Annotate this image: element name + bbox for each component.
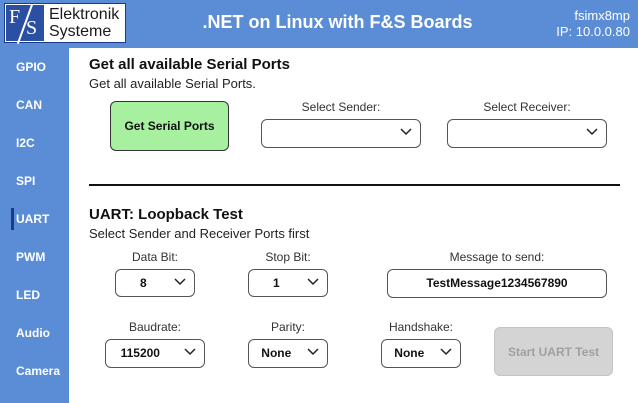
chevron-down-icon bbox=[586, 128, 598, 136]
stop-bit-select[interactable]: 1 bbox=[248, 269, 328, 297]
parity-label: Parity: bbox=[270, 320, 305, 334]
fs-logo-mark: F S bbox=[6, 3, 44, 45]
app-title: .NET on Linux with F&S Boards bbox=[202, 12, 473, 32]
sidebar-item-label: CAN bbox=[16, 98, 42, 112]
hostname-label: fsimx8mp bbox=[574, 8, 630, 23]
sender-select[interactable] bbox=[261, 119, 421, 148]
sidebar-item-label: GPIO bbox=[16, 60, 47, 74]
serial-section-subtitle: Get all available Serial Ports. bbox=[89, 76, 256, 91]
sidebar-item-uart[interactable]: UART bbox=[0, 204, 69, 234]
serial-section-title: Get all available Serial Ports bbox=[89, 56, 290, 73]
receiver-select[interactable] bbox=[447, 119, 607, 148]
ip-address-label: IP: 10.0.0.80 bbox=[556, 24, 630, 39]
section-divider bbox=[89, 184, 620, 186]
logo-text-line1: Elektronik bbox=[49, 6, 120, 23]
message-label: Message to send: bbox=[449, 250, 545, 264]
loopback-section-subtitle: Select Sender and Receiver Ports first bbox=[89, 226, 310, 241]
handshake-select[interactable]: None bbox=[381, 339, 461, 368]
sidebar-item-label: LED bbox=[16, 288, 40, 302]
main-content: Get all available Serial Ports Get all a… bbox=[69, 48, 638, 403]
parity-select[interactable]: None bbox=[248, 339, 328, 368]
app-header: F S Elektronik Systeme .NET on Linux wit… bbox=[0, 0, 638, 48]
chevron-down-icon bbox=[307, 348, 319, 356]
chevron-down-icon bbox=[184, 348, 196, 356]
chevron-down-icon bbox=[307, 278, 319, 286]
message-input[interactable]: TestMessage1234567890 bbox=[387, 269, 607, 298]
chevron-down-icon bbox=[440, 348, 452, 356]
sidebar-item-audio[interactable]: Audio bbox=[0, 318, 69, 348]
chevron-down-icon bbox=[400, 128, 412, 136]
data-bit-label: Data Bit: bbox=[131, 250, 179, 264]
active-indicator bbox=[11, 208, 14, 230]
sidebar-item-gpio[interactable]: GPIO bbox=[0, 52, 69, 82]
sidebar-item-camera[interactable]: Camera bbox=[0, 356, 69, 386]
sidebar-item-label: UART bbox=[16, 212, 50, 226]
sidebar-item-label: Camera bbox=[16, 364, 61, 378]
handshake-label: Handshake: bbox=[388, 320, 454, 334]
loopback-section-title: UART: Loopback Test bbox=[89, 206, 243, 223]
start-uart-test-button[interactable]: Start UART Test bbox=[494, 327, 613, 376]
baudrate-select[interactable]: 115200 bbox=[105, 339, 205, 368]
fs-logo: F S Elektronik Systeme bbox=[4, 3, 126, 45]
sidebar-item-spi[interactable]: SPI bbox=[0, 166, 69, 196]
data-bit-select[interactable]: 8 bbox=[115, 269, 195, 297]
sidebar-item-i2c[interactable]: I2C bbox=[0, 128, 69, 158]
sidebar-item-pwm[interactable]: PWM bbox=[0, 242, 69, 272]
chevron-down-icon bbox=[174, 278, 186, 286]
receiver-label: Select Receiver: bbox=[483, 100, 571, 114]
sidebar-item-label: I2C bbox=[16, 136, 35, 150]
sidebar-item-label: Audio bbox=[16, 326, 50, 340]
sidebar-item-can[interactable]: CAN bbox=[0, 90, 69, 120]
get-serial-ports-button[interactable]: Get Serial Ports bbox=[110, 101, 229, 151]
logo-text-line2: Systeme bbox=[49, 23, 112, 40]
sidebar-item-label: PWM bbox=[16, 250, 46, 264]
sidebar-nav: GPIO CAN I2C SPI UART PWM LED Audio Came… bbox=[0, 48, 69, 403]
sidebar-item-led[interactable]: LED bbox=[0, 280, 69, 310]
sender-label: Select Sender: bbox=[301, 100, 381, 114]
sidebar-item-label: SPI bbox=[16, 174, 36, 188]
baudrate-label: Baudrate: bbox=[128, 320, 182, 334]
stop-bit-label: Stop Bit: bbox=[265, 250, 311, 264]
